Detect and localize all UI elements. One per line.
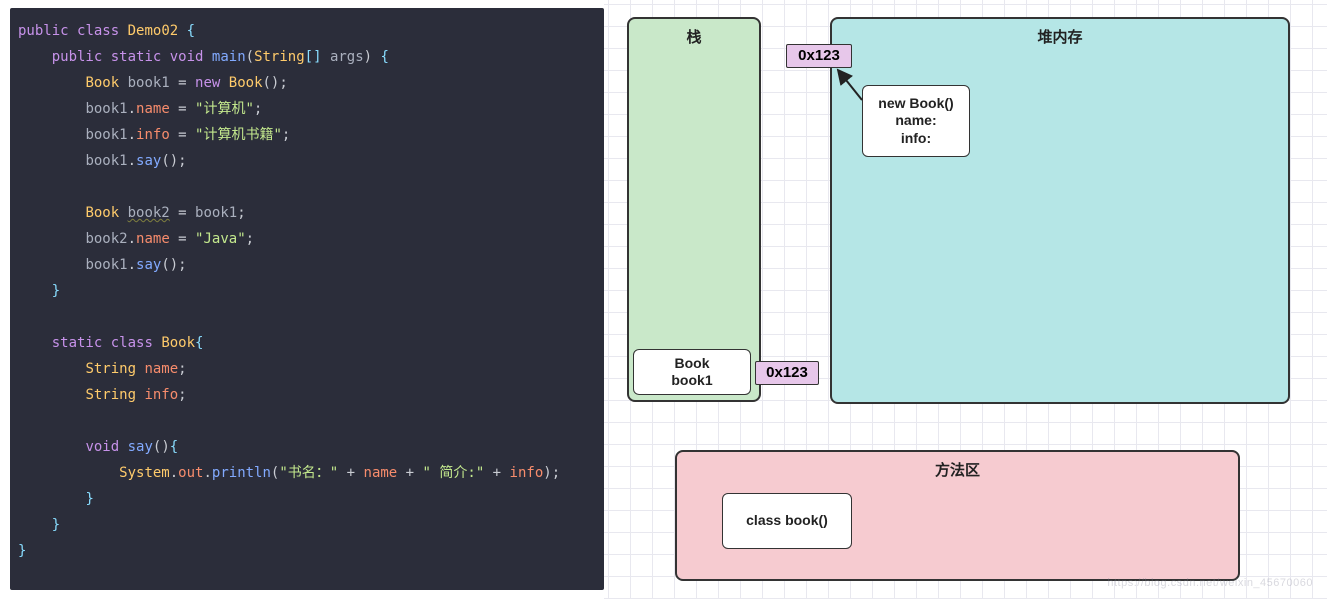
method-area-class-book: class book() [722, 493, 852, 549]
method-area-title: 方法区 [675, 459, 1240, 480]
method-class-text: class book() [727, 512, 847, 530]
watermark: https://blog.csdn.net/weixin_45670060 [1107, 577, 1313, 589]
